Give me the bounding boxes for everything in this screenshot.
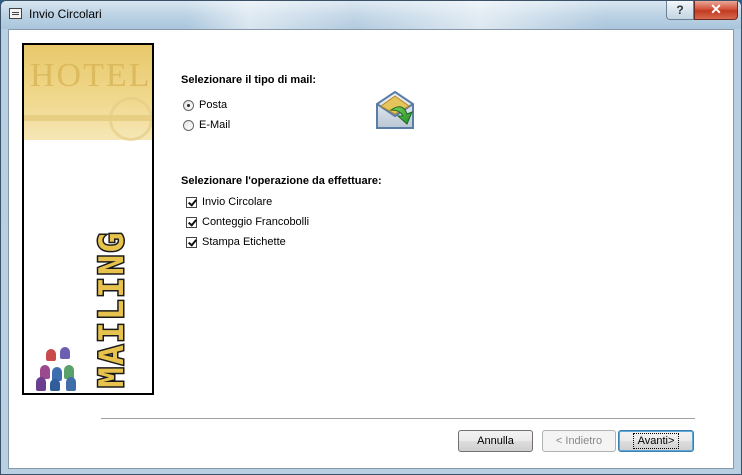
next-button[interactable]: Avanti> — [618, 430, 694, 452]
checkbox-invio-circolare[interactable] — [186, 197, 197, 208]
radio-email[interactable] — [183, 120, 194, 131]
operations-heading: Selezionare l'operazione da effettuare: — [181, 175, 382, 187]
dialog-window: Invio Circolari ? ✕ HOTEL MAILING Selezi… — [0, 0, 742, 475]
hotel-watermark: HOTEL — [30, 57, 152, 94]
title-bar[interactable]: Invio Circolari ? ✕ — [1, 1, 741, 29]
radio-posta-label[interactable]: Posta — [199, 99, 227, 111]
button-separator — [101, 418, 695, 420]
envelope-arrow-icon — [376, 90, 414, 129]
mailing-logo-text: MAILING — [91, 229, 134, 389]
checkbox-stampa-etichette-label[interactable]: Stampa Etichette — [202, 236, 286, 248]
back-button[interactable]: < Indietro — [542, 430, 616, 452]
help-button[interactable]: ? — [666, 1, 694, 20]
mailing-banner-image: HOTEL MAILING — [22, 43, 154, 395]
radio-email-label[interactable]: E-Mail — [199, 119, 230, 131]
window-title: Invio Circolari — [29, 7, 102, 21]
window-icon[interactable] — [9, 8, 22, 19]
checkbox-conteggio-francobolli-label[interactable]: Conteggio Francobolli — [202, 216, 309, 228]
checkbox-stampa-etichette[interactable] — [186, 237, 197, 248]
cancel-button[interactable]: Annulla — [458, 430, 533, 452]
checkbox-conteggio-francobolli[interactable] — [186, 217, 197, 228]
people-group-icon — [36, 345, 84, 391]
dialog-client-area: HOTEL MAILING Selezionare il tipo di mai… — [8, 29, 734, 469]
mail-type-heading: Selezionare il tipo di mail: — [181, 74, 317, 86]
radio-posta[interactable] — [183, 100, 194, 111]
checkbox-invio-circolare-label[interactable]: Invio Circolare — [202, 196, 272, 208]
next-button-label: Avanti> — [632, 433, 680, 449]
close-button[interactable]: ✕ — [694, 1, 738, 20]
hotel-circle-logo — [109, 97, 152, 141]
